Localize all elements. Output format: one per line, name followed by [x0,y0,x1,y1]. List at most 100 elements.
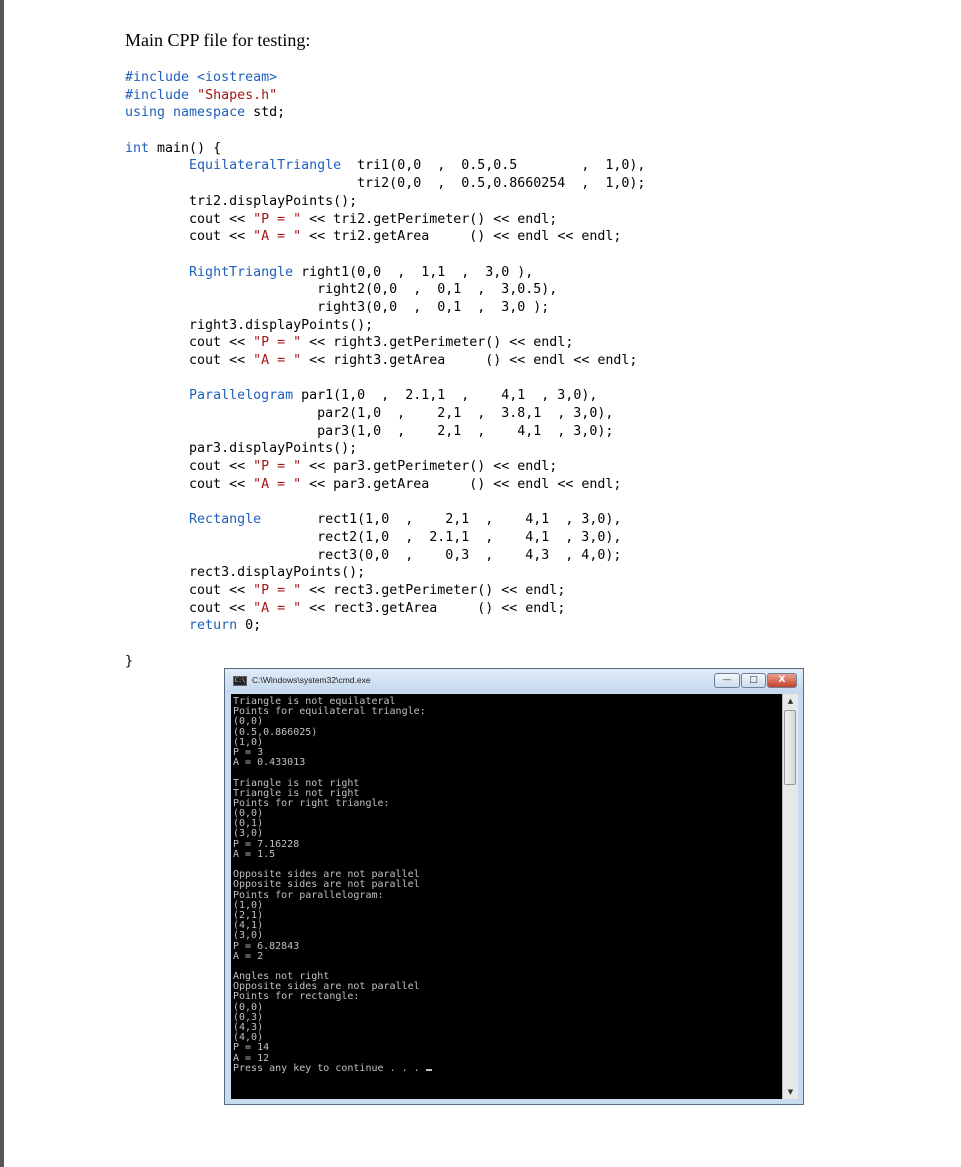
close-button[interactable]: X [767,673,797,688]
code-text: << rect3.getArea () << endl; [301,600,566,616]
code-text: rect3(0,0 , 0,3 , 4,3 , 4,0); [125,547,622,563]
code-string: "P = " [253,459,302,475]
console-window-title: C:\Windows\system32\cmd.exe [252,675,371,685]
console-line: (4,3) [233,1022,264,1033]
code-string: "Shapes.h" [197,87,278,103]
code-line: par3.displayPoints(); [125,440,645,458]
code-line: right3(0,0 , 0,1 , 3,0 ); [125,299,645,317]
scroll-up-icon[interactable]: ▲ [783,694,798,708]
code-text: tri2.displayPoints(); [125,193,358,209]
code-string: "P = " [253,211,302,227]
console-title-bar[interactable]: C:\ C:\Windows\system32\cmd.exe — □ X [225,669,803,693]
page-left-border [0,0,4,1167]
console-line: A = 1.5 [233,848,276,860]
code-keyword: return [189,618,238,634]
minimize-button[interactable]: — [714,673,740,688]
console-line: Press any key to continue . . . [233,1063,782,1074]
console-line: (0.5,0.866025) [233,726,318,738]
code-keyword: RightTriangle [189,264,294,280]
code-keyword: EquilateralTriangle [189,158,342,174]
code-line: return 0; [125,617,645,635]
code-line: cout << "P = " << par3.getPerimeter() <<… [125,458,645,476]
console-line: (3,0) [233,828,264,840]
code-keyword: #include <iostream> [125,70,278,85]
code-text: << right3.getArea () << endl << endl; [301,353,638,368]
code-line: tri2(0,0 , 0.5,0.8660254 , 1,0); [125,175,645,193]
console-line: Points for rectangle: [233,991,360,1003]
code-text: cout << [125,476,254,492]
code-text: rect1(1,0 , 2,1 , 4,1 , 3,0), [261,512,622,528]
code-line: Rectangle rect1(1,0 , 2,1 , 4,1 , 3,0), [125,511,645,529]
cmd-icon: C:\ [233,676,247,686]
code-string: "A = " [253,600,302,616]
code-text: par3(1,0 , 2,1 , 4,1 , 3,0); [125,423,614,439]
code-line: cout << "P = " << rect3.getPerimeter() <… [125,582,645,600]
code-text: rect2(1,0 , 2.1,1 , 4,1 , 3,0), [125,529,622,545]
code-text: cout << [125,229,254,245]
document-title: Main CPP file for testing: [125,30,311,50]
console-line: (1,0) [233,736,264,748]
code-line: RightTriangle right1(0,0 , 1,1 , 3,0 ), [125,264,645,282]
console-line: (0,1) [233,818,264,830]
code-text: << par3.getArea () << endl << endl; [301,476,622,492]
console-line: P = 7.16228 [233,838,300,850]
console-line: (3,0) [233,930,264,942]
code-string: "P = " [253,335,302,351]
code-keyword: Parallelogram [189,388,294,404]
code-line: int main() { [125,140,645,158]
maximize-button[interactable]: □ [741,673,766,688]
code-text: cout << [125,353,254,368]
console-line: A = 0.433013 [233,757,306,769]
code-line: tri2.displayPoints(); [125,193,645,211]
code-text: tri1(0,0 , 0.5,0.5 , 1,0), [341,158,646,174]
code-keyword: #include [125,87,198,103]
console-cursor [425,1068,432,1071]
console-line: (2,1) [233,909,264,921]
console-output-area[interactable]: Triangle is not equilateral Points for eq… [231,694,782,1099]
code-text: main() { [149,140,222,156]
code-string: "A = " [253,229,302,245]
code-line: right2(0,0 , 0,1 , 3,0.5), [125,281,645,299]
console-line: (4,0) [233,1032,264,1044]
code-line: using namespace std; [125,104,645,122]
code-line: par3(1,0 , 2,1 , 4,1 , 3,0); [125,423,645,441]
vertical-scrollbar[interactable]: ▲ ▼ [782,694,798,1099]
code-text: right2(0,0 , 0,1 , 3,0.5), [125,282,558,298]
console-window: C:\ C:\Windows\system32\cmd.exe — □ X Tr… [224,668,804,1105]
code-text: << rect3.getPerimeter() << endl; [301,582,566,598]
code-keyword: int [125,140,150,156]
console-line: A = 2 [233,950,264,962]
code-line: cout << "A = " << tri2.getArea () << end… [125,228,645,246]
code-text: cout << [125,582,254,598]
code-text: tri2(0,0 , 0.5,0.8660254 , 1,0); [125,176,646,192]
code-text: par3.displayPoints(); [125,441,358,457]
code-text: cout << [125,600,254,616]
console-output: Triangle is not equilateral Points for eq… [231,694,782,1074]
scroll-down-icon[interactable]: ▼ [783,1085,798,1099]
console-line: P = 14 [233,1042,270,1054]
code-text: right1(0,0 , 1,1 , 3,0 ), [293,264,534,280]
console-line: Points for right triangle: [233,797,390,809]
code-line: right3.displayPoints(); [125,317,645,335]
code-line: #include <iostream> [125,69,645,87]
code-text: rect3.displayPoints(); [125,565,366,581]
code-text: right3.displayPoints(); [125,317,374,333]
scrollbar-thumb[interactable] [784,710,796,785]
code-text: } [125,653,134,669]
code-string: "A = " [253,353,302,368]
console-line: P = 3 [233,746,264,758]
code-line: par2(1,0 , 2,1 , 3.8,1 , 3,0), [125,405,645,423]
code-listing: #include <iostream> #include "Shapes.h" us… [125,69,645,670]
code-text: cout << [125,335,254,351]
code-keyword: Rectangle [189,512,262,528]
code-string: "A = " [253,476,302,492]
